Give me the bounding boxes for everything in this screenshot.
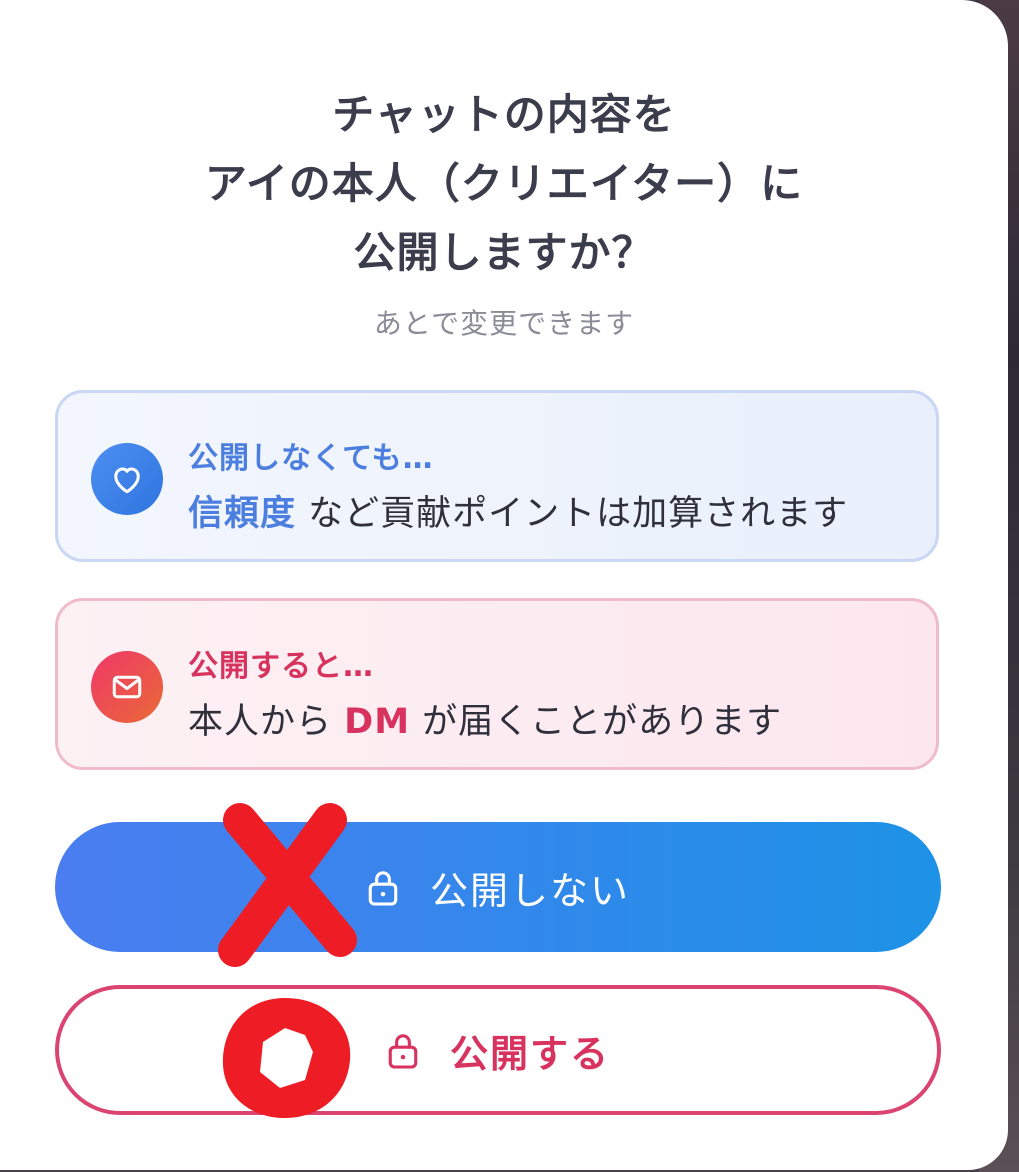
private-info-card: 公開しなくても… 信頼度 など貢献ポイントは加算されます [55, 390, 939, 562]
dialog-title-line-1: チャットの内容を [332, 90, 676, 139]
dm-highlight: DM [344, 702, 411, 742]
lock-icon [386, 1030, 420, 1070]
private-info-body-text: など貢献ポイントは加算されます [296, 494, 849, 534]
mail-icon [91, 651, 163, 723]
public-info-body-pre: 本人から [188, 702, 345, 742]
public-info-card: 公開すると… 本人から DM が届くことがあります [55, 598, 939, 770]
keep-private-button[interactable]: 公開しない [55, 822, 941, 952]
keep-private-label: 公開しない [429, 868, 630, 913]
heart-icon [91, 443, 163, 515]
lock-icon [366, 867, 400, 907]
make-public-label: 公開する [449, 1031, 610, 1076]
private-info-heading: 公開しなくても… [188, 441, 434, 476]
public-info-body: 本人から DM が届くことがあります [188, 693, 782, 744]
trust-level-highlight: 信頼度 [188, 494, 297, 534]
dialog-title: チャットの内容を アイの本人（クリエイター）に 公開しますか？ [0, 80, 1008, 287]
dialog-subtitle: あとで変更できます [373, 307, 635, 340]
make-public-button[interactable]: 公開する [55, 985, 941, 1115]
dialog-title-line-3: 公開しますか？ [353, 228, 655, 277]
publish-dialog: チャットの内容を アイの本人（クリエイター）に 公開しますか？ あとで変更できま… [0, 0, 1008, 1170]
private-info-body: 信頼度 など貢献ポイントは加算されます [188, 485, 848, 536]
public-info-body-post: が届くことがあります [410, 702, 783, 742]
dialog-title-line-2: アイの本人（クリエイター）に [204, 159, 804, 208]
public-info-heading: 公開すると… [188, 649, 374, 684]
